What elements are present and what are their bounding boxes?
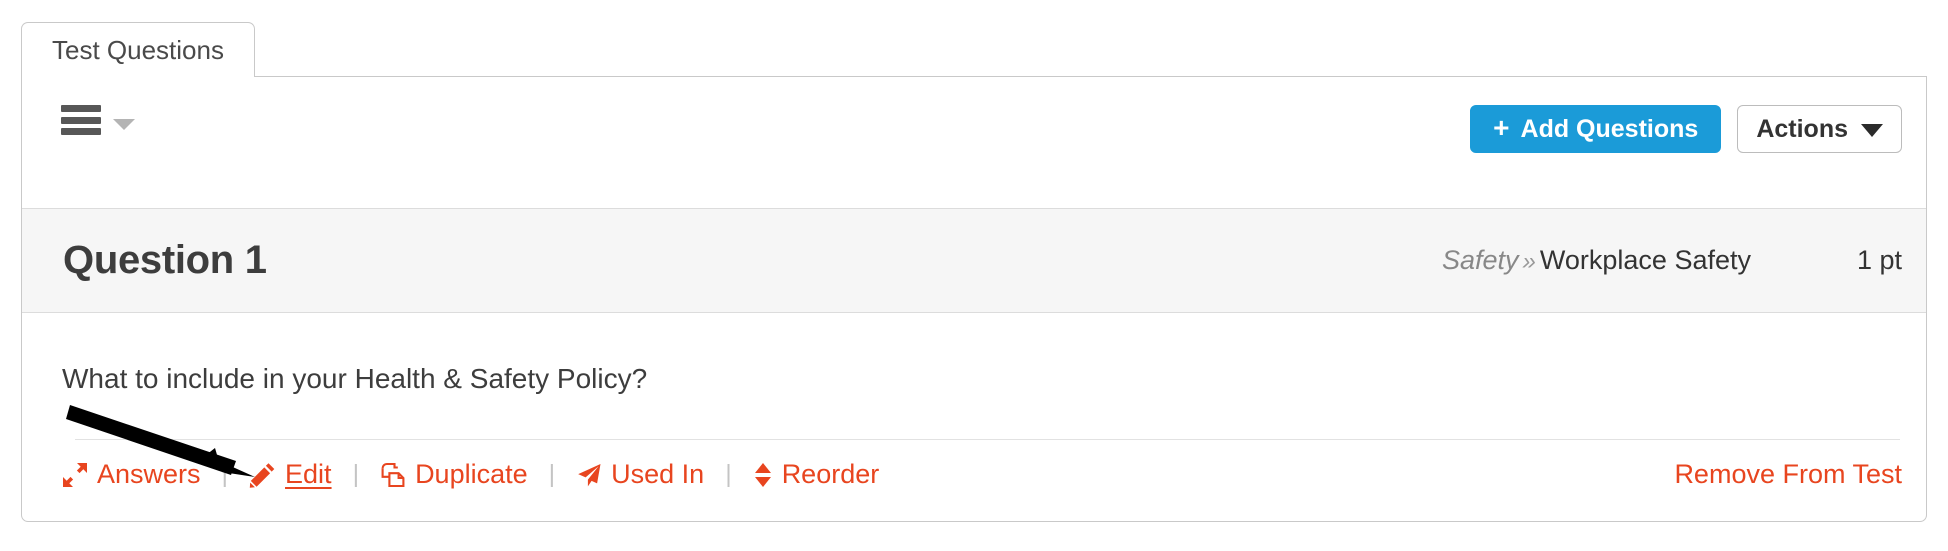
paper-plane-icon: [578, 463, 601, 486]
plus-icon: +: [1493, 112, 1510, 143]
panel-toolbar: + Add Questions Actions: [22, 77, 1926, 208]
action-separator: |: [725, 460, 732, 488]
action-link-answers[interactable]: Answers: [62, 459, 201, 490]
tab-label: Test Questions: [52, 35, 224, 65]
tab-strip: Test Questions: [21, 22, 255, 77]
action-label: Reorder: [781, 459, 880, 489]
sort-up-down-icon: [754, 462, 771, 487]
chevron-down-icon[interactable]: [113, 118, 135, 130]
action-link-edit[interactable]: Edit: [249, 459, 332, 490]
action-link-duplicate[interactable]: Duplicate: [380, 459, 528, 490]
remove-from-test-link[interactable]: Remove From Test: [1674, 459, 1902, 490]
question-divider: [75, 439, 1900, 440]
tab-test-questions[interactable]: Test Questions: [21, 22, 255, 77]
action-separator: |: [221, 460, 229, 488]
breadcrumb-separator: »: [1522, 248, 1536, 275]
question-header: Question 1 Safety» Workplace Safety 1 pt: [22, 208, 1926, 313]
test-questions-panel: + Add Questions Actions Question 1 Safet…: [21, 76, 1927, 522]
action-label: Duplicate: [415, 459, 528, 489]
expand-arrows-icon: [63, 462, 87, 487]
question-category-breadcrumb: Safety» Workplace Safety: [1442, 245, 1751, 276]
add-questions-label: Add Questions: [1520, 114, 1699, 143]
question-action-links: Answers | Edit | Duplicate | Used In | R…: [62, 459, 879, 490]
add-questions-button[interactable]: + Add Questions: [1470, 105, 1722, 153]
actions-button[interactable]: Actions: [1737, 105, 1902, 153]
pencil-icon: [249, 462, 275, 488]
action-label: Used In: [611, 459, 705, 489]
actions-label: Actions: [1756, 114, 1848, 143]
question-points: 1 pt: [1856, 245, 1902, 275]
question-subcategory: Workplace Safety: [1539, 245, 1751, 275]
action-label: Edit: [285, 459, 332, 489]
action-link-reorder[interactable]: Reorder: [753, 459, 880, 490]
action-label: Answers: [97, 459, 201, 489]
action-separator: |: [352, 460, 360, 488]
toolbar-actions: + Add Questions Actions: [1470, 105, 1902, 153]
action-link-used-in[interactable]: Used In: [576, 459, 704, 490]
caret-down-icon: [1861, 124, 1883, 137]
question-body: What to include in your Health & Safety …: [22, 313, 1926, 551]
view-menu-button[interactable]: [61, 105, 135, 135]
copy-icon: [381, 462, 405, 487]
action-separator: |: [548, 460, 556, 488]
tab-seam: [22, 75, 215, 78]
question-text: What to include in your Health & Safety …: [62, 363, 648, 394]
hamburger-menu-icon[interactable]: [61, 105, 101, 135]
question-title: Question 1: [63, 238, 267, 282]
question-category: Safety: [1441, 245, 1519, 275]
